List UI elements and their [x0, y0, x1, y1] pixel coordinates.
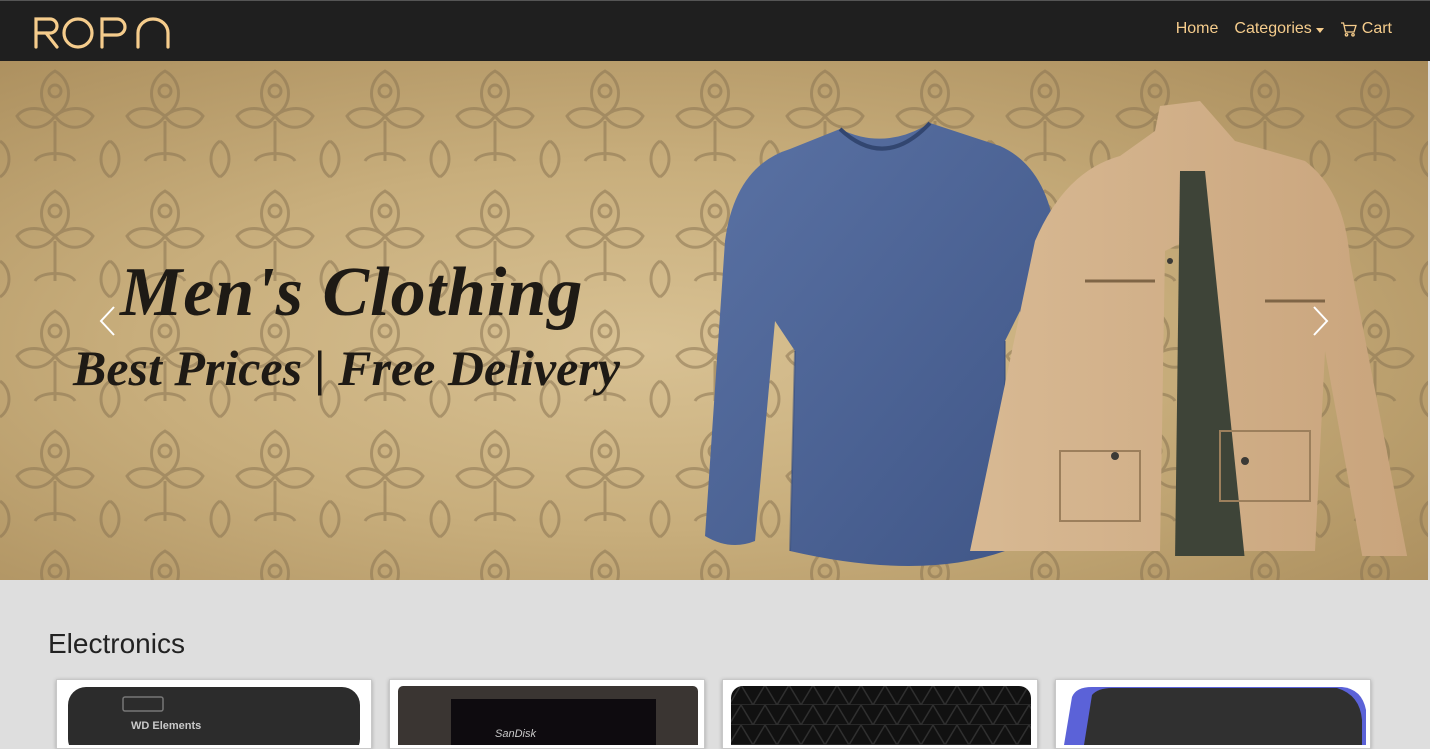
product-image-drive-black — [729, 685, 1033, 745]
product-card[interactable]: SanDisk — [389, 679, 705, 749]
product-image-sandisk — [396, 685, 700, 745]
nav-home-label: Home — [1175, 20, 1219, 37]
product-brand-text: WD Elements — [131, 720, 202, 732]
product-image-drive-blue — [1062, 685, 1366, 745]
hero-subtitle: Best Prices | Free Delivery — [73, 340, 620, 396]
hero-carousel[interactable]: Men's Clothing Best Prices | Free Delive… — [0, 61, 1428, 580]
product-image-wd — [63, 685, 365, 745]
nav-home-link[interactable]: Home — [1168, 20, 1227, 38]
chevron-right-icon — [1313, 306, 1329, 336]
cart-icon — [1340, 22, 1357, 37]
product-card[interactable] — [1055, 679, 1371, 749]
nav-categories-dropdown[interactable]: Categories — [1226, 20, 1331, 38]
brand-logo[interactable] — [32, 13, 172, 53]
nav-menu: Home Categories Cart — [1168, 20, 1400, 38]
product-card[interactable] — [722, 679, 1038, 749]
khaki-jacket-image — [970, 101, 1408, 556]
product-card[interactable]: WD Elements — [56, 679, 372, 749]
carousel-next-button[interactable] — [1300, 301, 1340, 341]
caret-down-icon — [1315, 27, 1324, 33]
nav-cart-label: Cart — [1361, 20, 1392, 37]
chevron-left-icon — [99, 306, 115, 336]
product-brand-text: SanDisk — [495, 728, 536, 740]
hero-title: Men's Clothing — [120, 254, 584, 331]
carousel-prev-button[interactable] — [88, 301, 128, 341]
navbar: Home Categories Cart — [0, 0, 1430, 61]
section-title-electronics: Electronics — [48, 628, 185, 659]
nav-cart-link[interactable]: Cart — [1332, 20, 1400, 38]
nav-categories-label: Categories — [1234, 20, 1312, 37]
logo-icon — [34, 17, 170, 49]
